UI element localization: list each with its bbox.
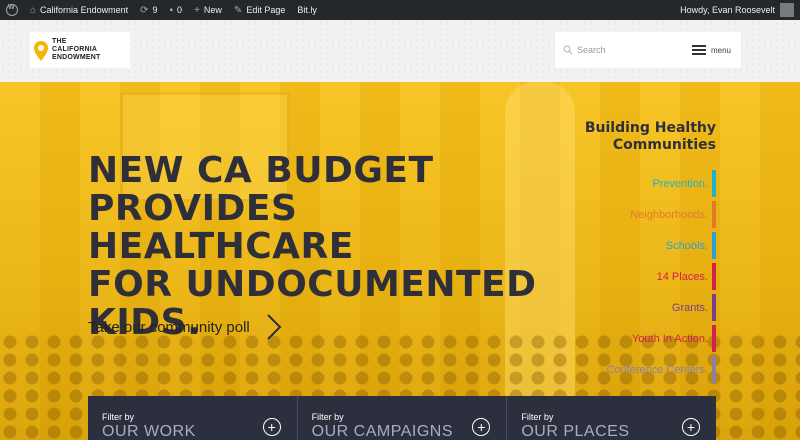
greeting-label: Howdy, Evan Roosevelt xyxy=(680,5,775,15)
admin-bar: ⌂California Endowment ⟳9 ▪0 +New ✎Edit P… xyxy=(0,0,800,20)
bhc-item-label: Neighborhoods. xyxy=(630,208,708,221)
updates-link[interactable]: ⟳ 9 xyxy=(134,0,163,20)
headline-line-3: FOR UNDOCUMENTED xyxy=(88,264,537,305)
poll-link-label: Take our community poll xyxy=(88,318,250,336)
wordpress-menu[interactable] xyxy=(0,0,24,20)
account-menu[interactable]: Howdy, Evan Roosevelt xyxy=(674,0,800,20)
logo-text: THE CALIFORNIA ENDOWMENT xyxy=(52,38,100,62)
logo-line-1: THE xyxy=(52,38,67,45)
plus-icon[interactable]: + xyxy=(682,418,701,436)
bhc-item-color-bar xyxy=(712,232,716,259)
bitly-link[interactable]: Bit.ly xyxy=(291,0,323,20)
refresh-icon: ⟳ xyxy=(140,4,149,16)
bhc-item-color-bar xyxy=(712,294,716,321)
filter-our-work[interactable]: Filter by OUR WORK + xyxy=(88,396,298,440)
bhc-item[interactable]: Schools. xyxy=(540,230,716,261)
wordpress-logo-icon xyxy=(6,4,18,16)
bhc-list: Prevention. Neighborhoods. Schools. 14 Plac… xyxy=(540,168,716,385)
edit-page-label: Edit Page xyxy=(246,5,286,15)
bhc-item-label: Schools. xyxy=(665,239,708,252)
bhc-item[interactable]: Youth In Action. xyxy=(540,323,716,354)
search-bar: Search menu xyxy=(555,32,741,68)
logo-line-2: CALIFORNIA xyxy=(52,46,98,53)
logo-line-3: ENDOWMENT xyxy=(52,54,101,61)
bhc-item-label: 14 Places. xyxy=(656,270,708,283)
bhc-item-color-bar xyxy=(712,263,716,290)
menu-label: menu xyxy=(710,45,731,55)
bhc-item-label: Prevention. xyxy=(652,177,708,190)
search-input[interactable]: Search xyxy=(577,45,677,55)
new-content-link[interactable]: + New xyxy=(188,0,228,20)
bhc-item-color-bar xyxy=(712,201,716,228)
menu-button[interactable]: menu xyxy=(691,45,731,55)
location-pin-icon xyxy=(34,41,48,61)
chevron-right-icon xyxy=(267,314,282,340)
plus-icon[interactable]: + xyxy=(262,418,281,436)
hamburger-icon xyxy=(691,45,706,55)
bhc-item[interactable]: Neighborhoods. xyxy=(540,199,716,230)
pencil-icon: ✎ xyxy=(233,4,243,16)
bhc-item-color-bar xyxy=(712,356,716,383)
bhc-item[interactable]: 14 Places. xyxy=(540,261,716,292)
community-poll-link[interactable]: Take our community poll xyxy=(88,313,282,341)
new-label: New xyxy=(203,5,222,15)
bhc-item-label: Grants. xyxy=(671,301,708,314)
bhc-item[interactable]: Conference Centers. xyxy=(540,354,716,385)
home-icon: ⌂ xyxy=(30,4,37,16)
comments-link[interactable]: ▪ 0 xyxy=(164,0,189,20)
updates-count: 9 xyxy=(152,5,158,15)
filter-bar: Filter by OUR WORK + Filter by OUR CAMPA… xyxy=(88,396,716,440)
bhc-item[interactable]: Grants. xyxy=(540,292,716,323)
bitly-label: Bit.ly xyxy=(297,5,317,15)
edit-page-link[interactable]: ✎ Edit Page xyxy=(228,0,291,20)
headline-line-1: NEW CA BUDGET xyxy=(88,150,434,191)
bhc-item-label: Conference Centers. xyxy=(606,363,709,376)
headline-line-2: PROVIDES HEALTHCARE xyxy=(88,188,354,267)
site-name-link[interactable]: ⌂ California Endowment xyxy=(24,0,134,20)
filter-our-campaigns[interactable]: Filter by OUR CAMPAIGNS + xyxy=(298,396,508,440)
search-icon xyxy=(563,45,573,55)
site-name-label: California Endowment xyxy=(40,5,129,15)
bhc-item-label: Youth In Action. xyxy=(631,332,708,345)
bhc-title-line-1: Building Healthy xyxy=(584,120,716,136)
comments-count: 0 xyxy=(177,5,183,15)
bhc-item-color-bar xyxy=(712,170,716,197)
bhc-item-color-bar xyxy=(712,325,716,352)
bhc-title-line-2: Communities xyxy=(612,137,716,153)
avatar xyxy=(780,3,794,17)
site-header: THE CALIFORNIA ENDOWMENT Search menu xyxy=(0,20,800,82)
plus-icon: + xyxy=(194,4,200,16)
site-logo[interactable]: THE CALIFORNIA ENDOWMENT xyxy=(30,32,130,68)
bhc-title: Building Healthy Communities xyxy=(560,120,716,154)
comment-icon: ▪ xyxy=(169,4,174,16)
bhc-item[interactable]: Prevention. xyxy=(540,168,716,199)
filter-our-places[interactable]: Filter by OUR PLACES + xyxy=(507,396,716,440)
